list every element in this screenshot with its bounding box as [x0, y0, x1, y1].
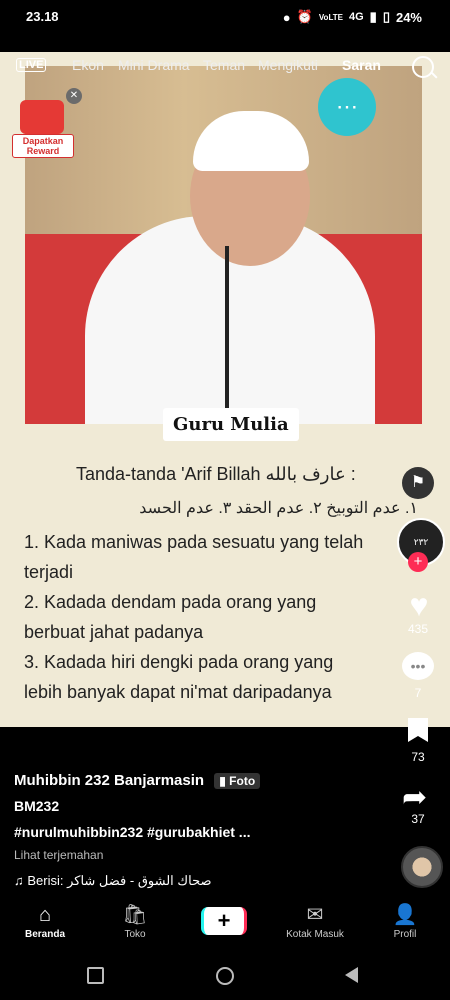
top-nav: LIVE Ekon Mini Drama Teman Mengikuti Sar…	[0, 52, 450, 82]
author-row[interactable]: Muhibbin 232 Banjarmasin ▮ Foto	[14, 772, 261, 789]
back-icon[interactable]	[345, 967, 358, 983]
post-line: 2. Kadada dendam pada orang yang	[24, 592, 317, 612]
floating-action-button[interactable]: ⋯	[318, 78, 376, 136]
flag-icon[interactable]: ⚑	[402, 467, 434, 499]
nav-profile[interactable]: 👤 Profil	[370, 903, 440, 940]
status-bar: 23.18 ● ⏰ VoLTE 4G ▮ ▯ 24%	[0, 0, 450, 34]
post-title: Tanda-tanda 'Arif Billah عارف بالله :	[76, 464, 356, 484]
nav-home-label: Beranda	[24, 929, 65, 940]
volte-label: VoLTE	[318, 12, 343, 22]
hashtags[interactable]: #nurulmuhibbin232 #gurubakhiet ...	[14, 824, 250, 840]
post-line: 1. Kada maniwas pada sesuatu yang telah	[24, 532, 364, 552]
network-label: 4G	[348, 11, 364, 23]
sound-name[interactable]: Berisi: صحاك الشوق - فضل شاكر	[27, 873, 211, 888]
nav-inbox-label: Kotak Masuk	[286, 929, 344, 940]
tab-saran[interactable]: Saran	[342, 57, 381, 73]
reward-label: Dapatkan Reward	[12, 134, 74, 158]
gift-icon	[20, 100, 64, 134]
system-nav	[0, 955, 450, 1000]
status-time: 23.18	[26, 9, 59, 24]
create-button[interactable]: +	[201, 907, 247, 935]
bookmarks-count: 73	[411, 750, 425, 764]
tab-teman[interactable]: Teman	[203, 57, 245, 73]
nav-shop[interactable]: 🛍 Toko	[100, 903, 170, 940]
post-line: terjadi	[24, 562, 74, 582]
search-icon[interactable]	[412, 56, 434, 78]
description-line: BM232	[14, 798, 60, 814]
home-button-icon[interactable]	[216, 967, 234, 985]
heart-icon[interactable]: ♥	[402, 589, 436, 621]
share-icon[interactable]: ➦	[402, 780, 427, 815]
comments-count: 7	[414, 686, 422, 700]
alarm-icon: ⏰	[296, 9, 313, 24]
nav-inbox[interactable]: ✉ Kotak Masuk	[280, 903, 350, 940]
recent-apps-icon[interactable]	[87, 967, 104, 984]
reward-widget[interactable]: Dapatkan Reward ✕	[12, 88, 82, 160]
bookmark-icon[interactable]	[408, 718, 428, 742]
home-icon: ⌂	[38, 904, 52, 926]
comment-icon[interactable]: •••	[402, 652, 434, 680]
tab-mengikuti[interactable]: Mengikuti	[258, 57, 318, 73]
tab-ekon[interactable]: Ekon	[72, 57, 104, 73]
signal-icon: ▮	[369, 9, 377, 24]
see-translation-link[interactable]: Lihat terjemahan	[14, 848, 103, 862]
likes-count: 435	[407, 622, 429, 636]
nav-shop-label: Toko	[124, 929, 146, 940]
photo-badge: ▮ Foto	[214, 773, 261, 789]
nav-home[interactable]: ⌂ Beranda	[10, 903, 80, 940]
location-icon: ●	[282, 9, 291, 25]
music-note-icon: ♫	[14, 873, 24, 888]
post-line: 3. Kadada hiri dengki pada orang yang	[24, 652, 334, 672]
sound-row[interactable]: ♫ Berisi: صحاك الشوق - فضل شاكر	[14, 873, 212, 889]
status-icons: ● ⏰ VoLTE 4G ▮ ▯ 24%	[283, 9, 422, 25]
post-line: berbuat jahat padanya	[24, 622, 204, 642]
caption-name: Guru Mulia	[163, 408, 299, 441]
bottom-nav: ⌂ Beranda 🛍 Toko + ✉ Kotak Masuk 👤 Profi…	[0, 903, 450, 953]
author-name[interactable]: Muhibbin 232 Banjarmasin	[14, 772, 204, 789]
follow-button[interactable]: +	[408, 552, 428, 572]
profile-icon: 👤	[392, 904, 418, 926]
battery-icon: ▯	[382, 9, 390, 24]
music-disc-icon[interactable]	[401, 846, 443, 888]
photo-microphone	[225, 246, 229, 424]
post-arabic: ١. عدم التوبيخ ٢. عدم الحقد ٣. عدم الحسد	[139, 500, 418, 517]
photo-badge-label: Foto	[229, 774, 256, 788]
reward-close-icon[interactable]: ✕	[66, 88, 82, 104]
tab-mini-drama[interactable]: Mini Drama	[118, 57, 190, 73]
battery-level: 24%	[395, 9, 422, 25]
post-line: lebih banyak dapat ni'mat daripadanya	[24, 682, 332, 702]
shares-count: 37	[411, 812, 425, 826]
live-icon[interactable]: LIVE	[16, 58, 47, 72]
inbox-icon: ✉	[306, 904, 324, 926]
nav-profile-label: Profil	[393, 929, 417, 940]
shop-icon: 🛍	[122, 904, 148, 926]
